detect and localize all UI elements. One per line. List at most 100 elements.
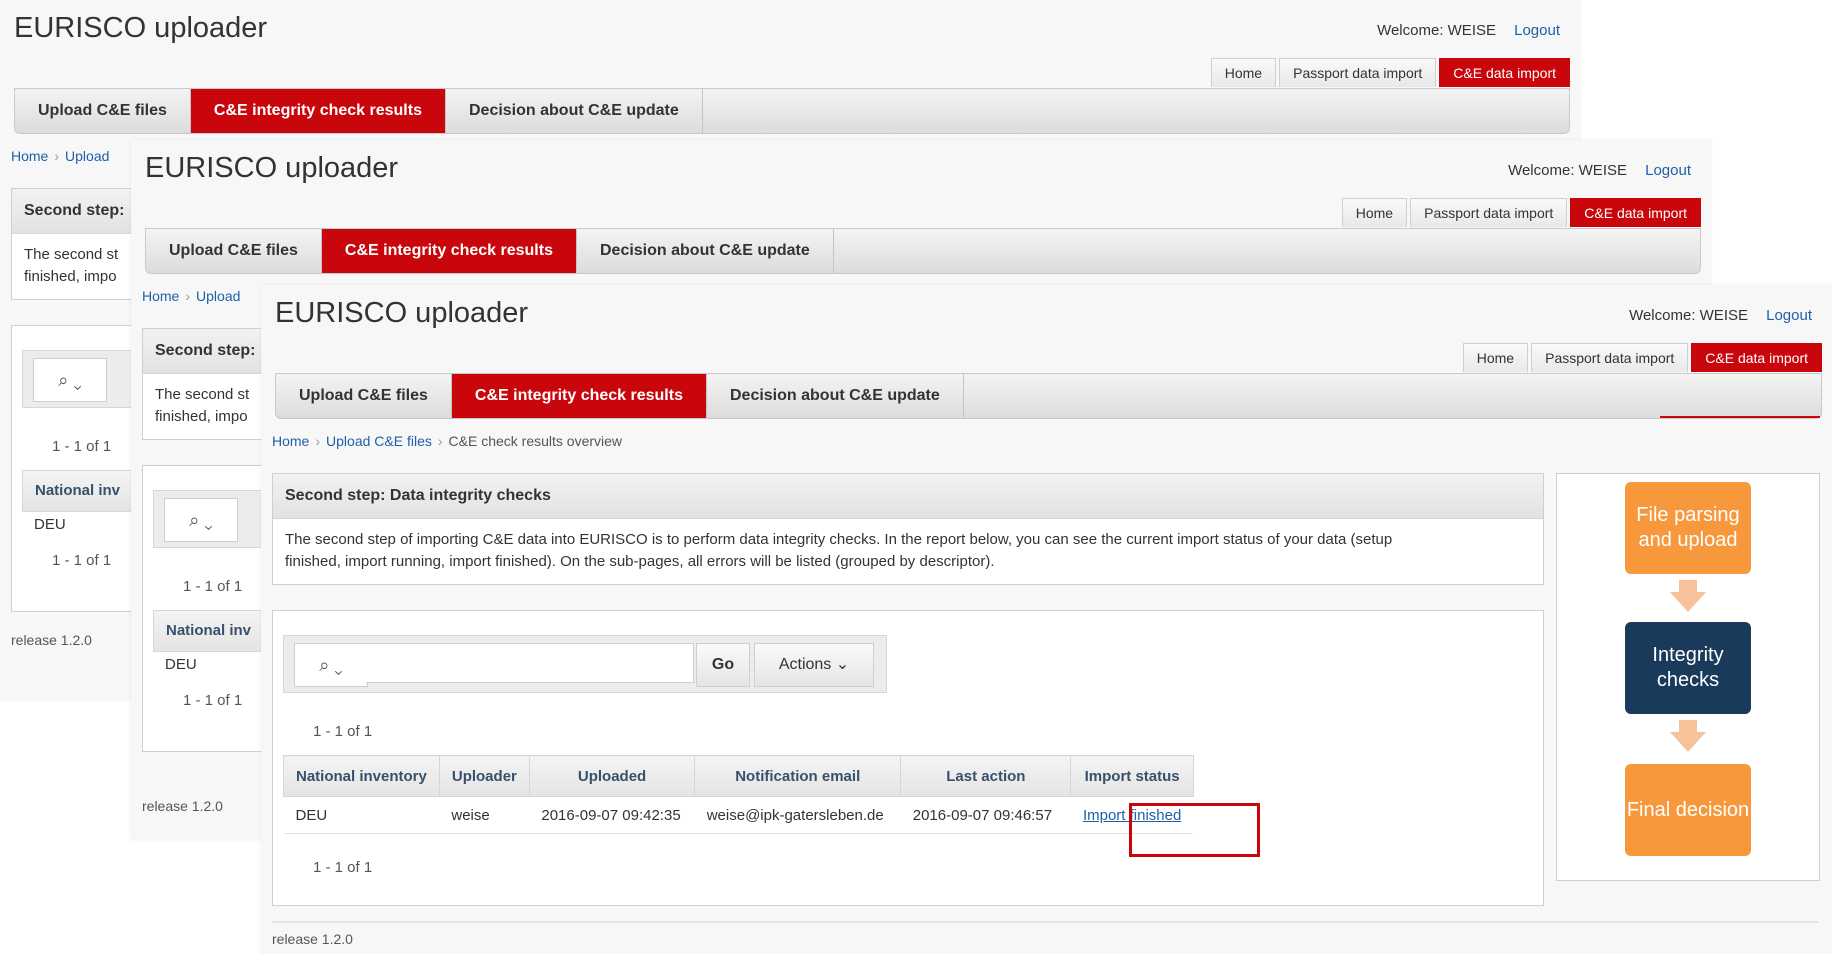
step-desc-line1: The second step of importing C&E data in… (285, 531, 1393, 548)
arrow-down-icon (1670, 592, 1706, 612)
release-label: release 1.2.0 (142, 798, 223, 814)
logout-link[interactable]: Logout (1645, 162, 1691, 179)
tab-decision[interactable]: Decision about C&E update (707, 374, 964, 418)
breadcrumb-home[interactable]: Home (272, 433, 309, 449)
main-tabs: Upload C&E files C&E integrity check res… (275, 373, 1822, 419)
welcome-text: Welcome: WEISE (1377, 22, 1496, 39)
report-toolbar: ⌕ ⌄ Go Actions ⌄ (283, 635, 887, 693)
highlight-box (1129, 803, 1260, 857)
tab-integrity[interactable]: C&E integrity check results (190, 89, 446, 133)
chevron-down-icon: ⌄ (204, 510, 213, 530)
col-notification-email[interactable]: Notification email (694, 755, 902, 797)
col-last-action[interactable]: Last action (900, 755, 1072, 797)
pagination-bottom: 1 - 1 of 1 (313, 859, 373, 876)
search-column-selector[interactable]: ⌕ ⌄ (294, 643, 368, 687)
top-nav: Home Passport data import C&E data impor… (1460, 343, 1822, 372)
workflow-panel: File parsing and upload Integrity checks… (1556, 473, 1820, 881)
cell-uploaded: 2016-09-07 09:42:35 (529, 796, 695, 834)
chevron-down-icon: ⌄ (835, 656, 850, 673)
actions-menu-button[interactable]: Actions ⌄ (754, 643, 874, 687)
chevron-right-icon: › (437, 433, 443, 449)
import-status-table: National inventory Uploader Uploaded Not… (283, 755, 1194, 834)
search-input[interactable] (366, 643, 694, 683)
top-tab-ce[interactable]: C&E data import (1570, 198, 1701, 227)
top-nav: Home Passport data import C&E data impor… (1339, 198, 1701, 227)
breadcrumb-home[interactable]: Home (142, 288, 179, 304)
breadcrumb-home[interactable]: Home (11, 148, 48, 164)
cell-national-inventory: DEU (165, 656, 197, 673)
tab-upload[interactable]: Upload C&E files (15, 89, 191, 133)
cell-email: weise@ipk-gatersleben.de (694, 796, 901, 834)
table-header-row: National inventory Uploader Uploaded Not… (283, 755, 1194, 797)
col-uploader[interactable]: Uploader (438, 755, 530, 797)
top-tab-passport[interactable]: Passport data import (1410, 198, 1568, 227)
step-title: Second step: Data integrity checks (273, 474, 1543, 519)
arrow-down-icon (1670, 732, 1706, 752)
main-tabs: Upload C&E files C&E integrity check res… (14, 88, 1570, 134)
top-tab-ce[interactable]: C&E data import (1439, 58, 1570, 87)
cell-national-inventory: DEU (283, 796, 440, 834)
top-tab-home[interactable]: Home (1462, 343, 1529, 372)
chevron-right-icon: › (315, 433, 321, 449)
tab-integrity[interactable]: C&E integrity check results (321, 229, 577, 273)
search-column-selector[interactable]: ⌕ ⌄ (164, 498, 238, 542)
breadcrumb-upload[interactable]: Upload (196, 288, 240, 304)
go-button[interactable]: Go (696, 643, 750, 687)
logout-link[interactable]: Logout (1766, 307, 1812, 324)
step-desc-line2: finished, import running, import finishe… (285, 553, 995, 570)
step-panel: Second step: Data integrity checks The s… (272, 473, 1544, 585)
top-tab-home[interactable]: Home (1341, 198, 1408, 227)
tab-decision[interactable]: Decision about C&E update (577, 229, 834, 273)
tab-upload[interactable]: Upload C&E files (146, 229, 322, 273)
main-tabs: Upload C&E files C&E integrity check res… (145, 228, 1701, 274)
tab-underline (1660, 416, 1820, 418)
search-column-selector[interactable]: ⌕ ⌄ (33, 358, 107, 402)
top-tab-passport[interactable]: Passport data import (1279, 58, 1437, 87)
search-icon: ⌕ (58, 370, 69, 390)
col-uploaded[interactable]: Uploaded (528, 755, 696, 797)
tab-upload[interactable]: Upload C&E files (276, 374, 452, 418)
flow-step-decision: Final decision (1625, 764, 1751, 856)
report-panel: ⌕ ⌄ Go Actions ⌄ 1 - 1 of 1 National inv… (272, 610, 1544, 906)
col-import-status[interactable]: Import status (1070, 755, 1194, 797)
top-nav: Home Passport data import C&E data impor… (1208, 58, 1570, 87)
flow-step-upload: File parsing and upload (1625, 482, 1751, 574)
chevron-down-icon: ⌄ (73, 370, 82, 390)
pagination-bottom: 1 - 1 of 1 (183, 692, 243, 709)
breadcrumb: Home › Upload (11, 148, 109, 164)
app-title: EURISCO uploader (145, 152, 399, 184)
pagination-bottom: 1 - 1 of 1 (52, 552, 112, 569)
col-national-inventory[interactable]: National inventory (283, 755, 440, 797)
release-label: release 1.2.0 (11, 632, 92, 648)
breadcrumb-upload[interactable]: Upload (65, 148, 109, 164)
table-row: DEU weise 2016-09-07 09:42:35 weise@ipk-… (283, 796, 1194, 834)
flow-step-integrity: Integrity checks (1625, 622, 1751, 714)
welcome-text: Welcome: WEISE (1629, 307, 1748, 324)
top-tab-ce[interactable]: C&E data import (1691, 343, 1822, 372)
chevron-right-icon: › (185, 288, 191, 304)
cell-uploader: weise (439, 796, 530, 834)
welcome-text: Welcome: WEISE (1508, 162, 1627, 179)
breadcrumb-upload[interactable]: Upload C&E files (326, 433, 432, 449)
pagination-top: 1 - 1 of 1 (183, 578, 243, 595)
release-label: release 1.2.0 (272, 931, 353, 947)
breadcrumb: Home › Upload C&E files › C&E check results … (272, 433, 622, 449)
logout-link[interactable]: Logout (1514, 22, 1560, 39)
breadcrumb: Home › Upload (142, 288, 240, 304)
tab-decision[interactable]: Decision about C&E update (446, 89, 703, 133)
window-front: EURISCO uploader Welcome: WEISE Logout H… (261, 285, 1832, 954)
chevron-down-icon: ⌄ (334, 655, 343, 675)
top-tab-home[interactable]: Home (1210, 58, 1277, 87)
app-title: EURISCO uploader (14, 12, 268, 44)
app-title: EURISCO uploader (275, 297, 529, 329)
cell-last-action: 2016-09-07 09:46:57 (900, 796, 1071, 834)
search-icon: ⌕ (189, 510, 200, 530)
tab-integrity[interactable]: C&E integrity check results (451, 374, 707, 418)
chevron-right-icon: › (54, 148, 60, 164)
pagination-top: 1 - 1 of 1 (52, 438, 112, 455)
top-tab-passport[interactable]: Passport data import (1531, 343, 1689, 372)
actions-label: Actions (778, 656, 832, 673)
step-desc: The second step of importing C&E data in… (273, 519, 1543, 583)
footer-divider (272, 921, 1818, 923)
pagination-top: 1 - 1 of 1 (313, 723, 373, 740)
